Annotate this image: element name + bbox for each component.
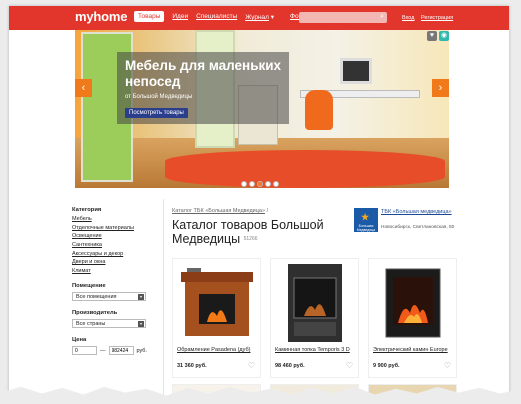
category-link[interactable]: Климат: [72, 268, 154, 274]
hero-banner[interactable]: Мебель для маленьких непосед от Большой …: [75, 30, 449, 188]
chevron-down-icon: ▾: [270, 14, 275, 21]
product-image[interactable]: [177, 263, 257, 343]
heart-icon[interactable]: ♡: [346, 361, 353, 370]
room-select[interactable]: Все помещения ▾: [72, 292, 146, 302]
hero-subtitle: от Большой Медведицы: [125, 94, 193, 100]
auth-links: Вход Регистрация: [402, 15, 458, 21]
site-logo[interactable]: myhome: [75, 9, 127, 24]
nav-item-specialists[interactable]: Специалисты: [196, 13, 237, 22]
vendor-logo[interactable]: ★ Большая Медведица: [354, 208, 378, 232]
category-link[interactable]: Мебель: [72, 216, 154, 222]
category-link[interactable]: Двери и окна: [72, 259, 154, 265]
slider-prev-button[interactable]: ‹: [75, 79, 92, 97]
breadcrumb: Каталог ТБК «Большая Медведица» /: [172, 208, 269, 214]
heart-icon[interactable]: ♡: [444, 361, 451, 370]
slider-dots: [241, 181, 279, 187]
hero-actions: ♥ ◉: [427, 31, 449, 41]
slider-dot[interactable]: [257, 181, 263, 187]
price-heading: Цена: [72, 337, 87, 344]
login-link[interactable]: Вход: [402, 15, 414, 21]
price-from-field[interactable]: [72, 346, 97, 356]
product-image[interactable]: [275, 263, 355, 343]
view-products-button[interactable]: Посмотреть товары: [125, 108, 188, 118]
product-image[interactable]: [373, 263, 453, 343]
search-input[interactable]: ⌕: [299, 12, 387, 23]
product-card[interactable]: Каминная топка Temporis 3 D 98 460 руб. …: [270, 258, 359, 378]
slider-dot[interactable]: [241, 181, 247, 187]
maker-heading: Производитель: [72, 310, 118, 317]
hero-caption: Мебель для маленьких непосед от Большой …: [117, 52, 289, 124]
main-nav: Товары Идеи Специалисты Журнал ▾ Форум: [134, 11, 318, 22]
register-link[interactable]: Регистрация: [421, 15, 453, 21]
heart-icon[interactable]: ♡: [248, 361, 255, 370]
product-name[interactable]: Каминная топка Temporis 3 D: [275, 347, 350, 353]
chevron-down-icon: ▾: [138, 321, 144, 328]
top-bar: myhome Товары Идеи Специалисты Журнал ▾ …: [9, 6, 509, 30]
category-link[interactable]: Сантехника: [72, 242, 154, 248]
nav-item-ideas[interactable]: Идеи: [172, 13, 188, 22]
heart-icon[interactable]: ♥: [427, 31, 437, 41]
category-heading: Категория: [72, 207, 102, 213]
item-count: 51266: [243, 236, 258, 242]
vendor-name[interactable]: ТБК «Большая медведица»: [381, 209, 461, 216]
product-grid: Обрамление Pasadena (дуб) 31 360 руб. ♡ …: [172, 258, 457, 378]
breadcrumb-link[interactable]: Каталог ТБК «Большая Медведица»: [172, 208, 265, 214]
hero-title: Мебель для маленьких непосед: [125, 58, 282, 89]
chevron-down-icon: ▾: [138, 294, 144, 301]
filter-sidebar: Категория Мебель Отделочные материалы Ос…: [72, 207, 154, 356]
product-name[interactable]: Электрический камин Europe: [373, 347, 448, 353]
page: myhome Товары Идеи Специалисты Журнал ▾ …: [9, 6, 509, 398]
product-card[interactable]: Электрический камин Europe 9 900 руб. ♡: [368, 258, 457, 378]
eye-icon[interactable]: ◉: [439, 31, 449, 41]
search-icon[interactable]: ⌕: [380, 13, 384, 21]
nav-item-products[interactable]: Товары: [134, 11, 165, 22]
page-title: Каталог товаров Большой Медведицы 51266: [172, 218, 324, 246]
category-link[interactable]: Отделочные материалы: [72, 225, 154, 231]
slider-dot[interactable]: [249, 181, 255, 187]
slider-dot[interactable]: [265, 181, 271, 187]
price-range: — руб.: [72, 346, 154, 356]
maker-select[interactable]: Все страны ▾: [72, 319, 146, 329]
room-heading: Помещение: [72, 283, 106, 290]
product-price: 31 360 руб.: [177, 363, 207, 369]
category-link[interactable]: Освещение: [72, 233, 154, 239]
nav-item-journal[interactable]: Журнал ▾: [245, 13, 282, 22]
product-price: 9 900 руб.: [373, 363, 400, 369]
category-link[interactable]: Аксессуары и декор: [72, 251, 154, 257]
slider-next-button[interactable]: ›: [432, 79, 449, 97]
slider-dot[interactable]: [273, 181, 279, 187]
product-price: 98 460 руб.: [275, 363, 305, 369]
price-to-field[interactable]: [108, 346, 134, 356]
vendor-address: Новосибирск, Светлановская, 50: [381, 225, 455, 230]
product-name[interactable]: Обрамление Pasadena (дуб): [177, 347, 250, 353]
product-card[interactable]: Обрамление Pasadena (дуб) 31 360 руб. ♡: [172, 258, 261, 378]
